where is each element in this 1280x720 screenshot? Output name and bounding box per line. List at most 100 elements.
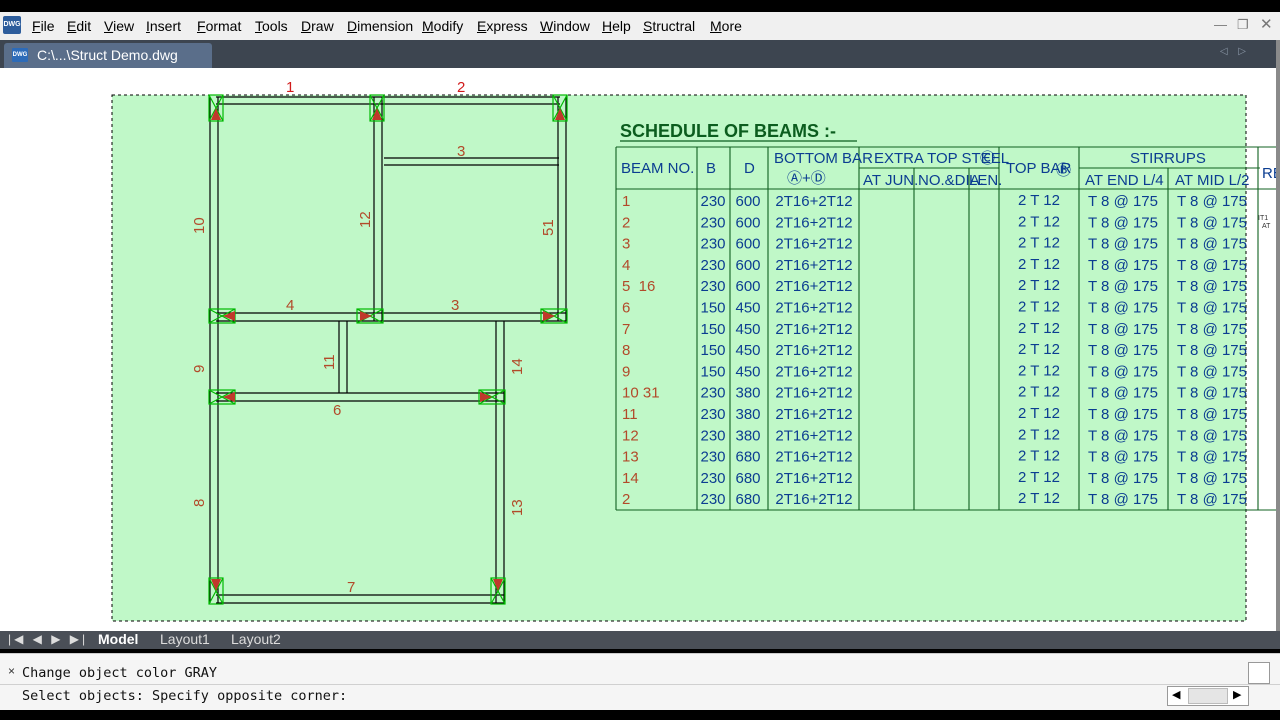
cell-no: 6 [622,300,630,317]
tab-model[interactable]: Model [98,631,138,647]
cell-mid: T 8 @ 175 [1177,257,1247,274]
header-top-bar-circle: Ⓑ [1056,162,1071,179]
header-b: B [706,160,716,177]
header-at-jun: AT JUN. [863,172,918,189]
beam-label: 9 [191,365,208,373]
app-logo-icon[interactable]: DWG [3,16,21,34]
cell-d: 380 [735,427,760,444]
menu-window[interactable]: Window [540,18,590,34]
cell-b: 150 [700,342,725,359]
menu-dimension[interactable]: Dimension [347,18,413,34]
cell-b: 230 [700,406,725,423]
cell-b: 150 [700,363,725,380]
cell-top: 2 T 12 [1018,362,1060,379]
tab-scroll-arrows-icon[interactable]: ◁ ▷ [1220,46,1250,57]
menu-format[interactable]: Format [197,18,241,34]
command-close-icon[interactable]: × [8,664,15,678]
cell-d: 380 [735,385,760,402]
header-extra-top-circle: Ⓒ [980,150,995,167]
menu-view[interactable]: View [104,18,134,34]
cell-bottom: 2T16+2T12 [775,449,852,466]
cell-bottom: 2T16+2T12 [775,321,852,338]
cell-mid: T 8 @ 175 [1177,342,1247,359]
cell-no: 3 [622,236,630,253]
cell-top: 2 T 12 [1018,277,1060,294]
cell-top: 2 T 12 [1018,320,1060,337]
menu-tools[interactable]: Tools [255,18,288,34]
tab-layout2[interactable]: Layout2 [231,631,281,647]
menu-draw[interactable]: Draw [301,18,334,34]
cell-top: 2 T 12 [1018,469,1060,486]
cell-mid: T 8 @ 175 [1177,193,1247,210]
cell-b: 230 [700,236,725,253]
cell-no: 11 [622,406,638,423]
menu-structral[interactable]: Structral [643,18,695,34]
scroll-left-icon[interactable]: ◀ [1172,688,1180,701]
beam-label: 1 [286,79,294,96]
command-area: × Change object color GRAY Select object… [0,653,1280,711]
horizontal-scrollbar[interactable]: ◀ ▶ [1167,686,1249,706]
cell-no: 9 [622,363,630,380]
cell-end: T 8 @ 175 [1088,363,1158,380]
menu-modify[interactable]: Modify [422,18,463,34]
cell-bottom: 2T16+2T12 [775,470,852,487]
beam-label: 3 [451,297,459,314]
cell-end: T 8 @ 175 [1088,214,1158,231]
cell-end: T 8 @ 175 [1088,385,1158,402]
menu-help[interactable]: Help [602,18,631,34]
cell-top: 2 T 12 [1018,490,1060,507]
header-d: D [744,160,755,177]
cell-mid: T 8 @ 175 [1177,363,1247,380]
cell-b: 150 [700,300,725,317]
remark-fragment-2: AT [1262,223,1271,230]
cell-top: 2 T 12 [1018,405,1060,422]
remark-fragment: IT1 [1258,215,1268,222]
cell-no: 12 [622,427,639,444]
cell-end: T 8 @ 175 [1088,321,1158,338]
cell-no: 10 31 [622,385,660,402]
menu-insert[interactable]: Insert [146,18,181,34]
drawing-svg: 1 2 3 3 4 6 7 10 12 51 9 11 14 8 13 SCHE… [111,79,1280,622]
cell-mid: T 8 @ 175 [1177,321,1247,338]
cell-no: 1 [622,193,630,210]
cell-d: 600 [735,214,760,231]
command-prompt[interactable]: Select objects: Specify opposite corner: [22,688,347,704]
cell-end: T 8 @ 175 [1088,278,1158,295]
scroll-thumb[interactable] [1188,688,1228,704]
document-tab[interactable]: DWG C:\...\Struct Demo.dwg [4,43,212,68]
command-divider [0,684,1280,685]
cell-bottom: 2T16+2T12 [775,427,852,444]
menu-edit[interactable]: Edit [67,18,91,34]
header-bottom-bar: BOTTOM BAR [774,150,873,167]
cell-d: 450 [735,342,760,359]
cell-top: 2 T 12 [1018,192,1060,209]
cell-end: T 8 @ 175 [1088,406,1158,423]
cell-end: T 8 @ 175 [1088,193,1158,210]
cell-b: 230 [700,385,725,402]
menu-express[interactable]: Express [477,18,528,34]
menu-file[interactable]: File [32,18,55,34]
cell-b: 230 [700,470,725,487]
beam-label: 13 [509,499,526,516]
layout-nav-arrows-icon[interactable]: |◀ ◀ ▶ ▶| [8,632,88,646]
minimize-icon[interactable]: — [1214,17,1227,32]
tab-layout1[interactable]: Layout1 [160,631,210,647]
drawing-canvas[interactable]: 1 2 3 3 4 6 7 10 12 51 9 11 14 8 13 SCHE… [0,68,1280,631]
cell-d: 450 [735,321,760,338]
cell-bottom: 2T16+2T12 [775,342,852,359]
menu-more[interactable]: More [710,18,742,34]
scroll-right-icon[interactable]: ▶ [1233,688,1241,701]
restore-icon[interactable]: ❐ [1237,17,1249,33]
cell-b: 230 [700,278,725,295]
close-icon[interactable]: ✕ [1260,15,1273,33]
beam-label: 51 [540,219,557,236]
cell-d: 600 [735,236,760,253]
header-at-end: AT END L/4 [1085,172,1164,189]
beam-label: 7 [347,579,355,596]
command-options-icon[interactable] [1248,662,1270,684]
cell-bottom: 2T16+2T12 [775,363,852,380]
beam-label: 10 [191,217,208,234]
document-tab-bar: DWG C:\...\Struct Demo.dwg ◁ ▷ [0,40,1280,68]
cell-end: T 8 @ 175 [1088,236,1158,253]
cell-d: 450 [735,363,760,380]
